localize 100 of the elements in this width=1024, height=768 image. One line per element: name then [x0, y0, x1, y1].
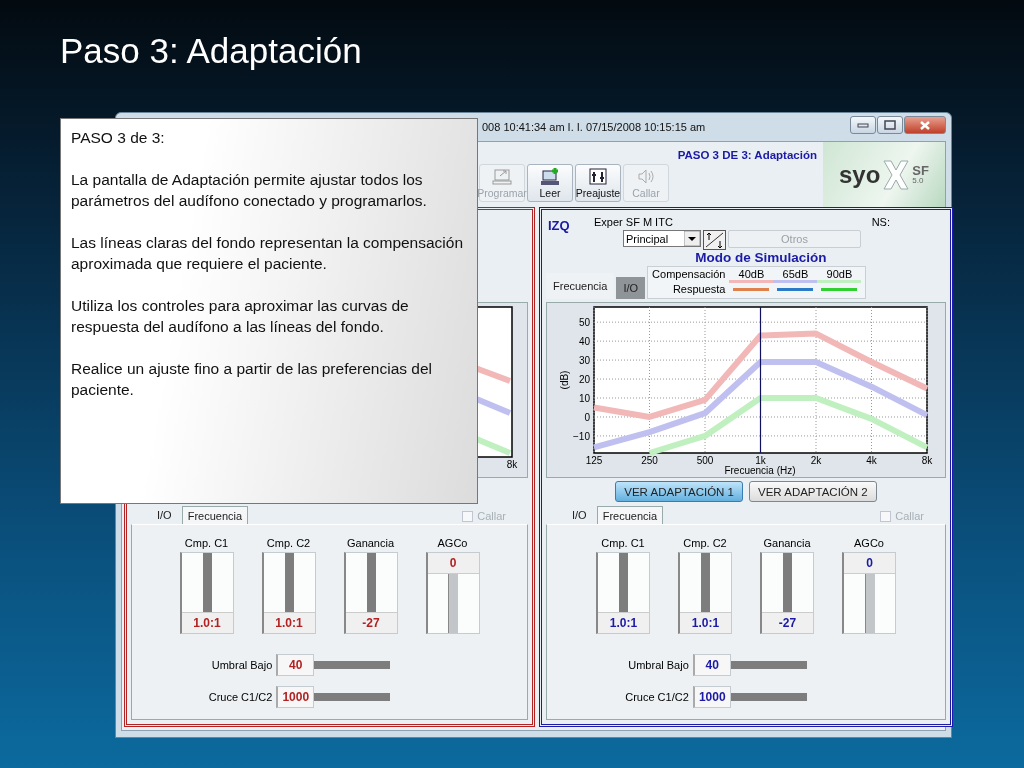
vertical-slider[interactable]: 1.0:1 [678, 552, 732, 634]
axis-tick-label: 20 [578, 374, 590, 386]
slider-track[interactable] [314, 693, 391, 701]
window-title: 008 10:41:34 am I. I. 07/15/2008 10:15:15 am [482, 121, 706, 133]
slider-label: Cmp. C2 [266, 537, 311, 549]
maximize-icon [884, 120, 896, 130]
slider-label: Cmp. C2 [683, 537, 727, 549]
axis-tick-label: −10 [573, 430, 590, 442]
swap-icon[interactable] [703, 230, 726, 250]
maximize-button[interactable] [877, 116, 903, 134]
slider-label: Cmp. C1 [601, 537, 645, 549]
logo: syo SF 5.0 [823, 142, 945, 207]
value-field[interactable]: -27 [762, 612, 813, 633]
side-label: IZQ [548, 218, 571, 233]
axis-tick-label: 8k [506, 459, 518, 470]
slider-track[interactable] [701, 553, 710, 612]
slider-label: Umbral Bajo [627, 659, 690, 671]
close-icon [919, 119, 931, 131]
minimize-button[interactable] [850, 116, 876, 134]
value-field[interactable]: -27 [345, 612, 397, 633]
view-button[interactable]: VER ADAPTACIÓN 2 [749, 481, 877, 502]
slider-track[interactable] [730, 661, 807, 669]
value-field[interactable]: 0 [844, 553, 895, 574]
axis-tick-label: 0 [584, 411, 590, 423]
speaker-icon [636, 167, 656, 186]
sliders-icon [588, 167, 608, 186]
value-field[interactable]: 1.0:1 [263, 612, 315, 633]
callout-paragraph: Realice un ajuste fino a partir de las preferencias del paciente. [71, 359, 433, 400]
slider-track[interactable] [448, 574, 458, 633]
vertical-slider[interactable]: 1.0:1 [261, 552, 316, 634]
legend-label: 65dB [773, 268, 818, 283]
value-field[interactable]: 40 [692, 654, 731, 676]
value-field[interactable]: 1.0:1 [598, 612, 649, 633]
chart-tab[interactable]: Frecuencia [546, 273, 615, 299]
view-button[interactable]: VER ADAPTACIÓN 1 [615, 481, 743, 502]
serial-label: NS: [871, 216, 891, 228]
slider-track[interactable] [284, 553, 294, 612]
legend-label: 90dB [817, 268, 862, 283]
toolbar-button[interactable]: Preajuste [575, 164, 621, 202]
callout-paragraph: Utiliza los controles para aproximar las curvas de respuesta del audífono a las líneas del fondo. [71, 296, 410, 337]
value-field[interactable]: 1000 [692, 686, 731, 708]
slider-track[interactable] [864, 574, 875, 633]
value-field[interactable]: 1000 [276, 686, 315, 708]
tab[interactable]: I/O [147, 506, 182, 524]
slider-label: AGCo [437, 537, 468, 549]
slider-track[interactable] [730, 693, 807, 701]
axis-title: (dB) [559, 370, 570, 390]
minimize-icon [857, 122, 869, 128]
tab[interactable]: Frecuencia [596, 506, 664, 524]
slide-title: Paso 3: Adaptación [60, 30, 362, 72]
vertical-slider[interactable]: 0 [842, 552, 896, 634]
mode-title: Modo de Simulación [695, 250, 827, 265]
slider-track[interactable] [619, 553, 628, 612]
vertical-slider[interactable]: 1.0:1 [179, 552, 234, 634]
slider-track[interactable] [366, 553, 376, 612]
slider-track[interactable] [202, 553, 212, 612]
callout-paragraph: La pantalla de Adaptación permite ajustar todos los parámetros del audífono conectado y programarlos. [71, 170, 428, 211]
value-field[interactable]: 1.0:1 [680, 612, 731, 633]
slider-label: Cruce C1/C2 [625, 691, 690, 703]
slider-label: Umbral Bajo [210, 659, 274, 671]
program-dropdown[interactable]: Principal [623, 230, 701, 247]
callout-heading: PASO 3 de 3: [71, 128, 166, 148]
toolbar-button[interactable]: Leer [527, 164, 573, 202]
computer-icon [540, 167, 560, 186]
slider-label: Cruce C1/C2 [208, 691, 274, 703]
legend-label: 40dB [729, 268, 774, 283]
computer-icon [492, 167, 512, 186]
axis-tick-label: 125 [585, 455, 603, 466]
axis-tick-label: 4k [866, 455, 877, 466]
slider-label: Ganancia [763, 537, 811, 549]
axis-tick-label: 50 [578, 317, 590, 329]
dropdown-arrow-icon[interactable] [684, 231, 700, 246]
axis-tick-label: 2k [810, 455, 822, 466]
checkbox-label: Callar [895, 510, 924, 522]
checkbox-label: Callar [477, 510, 506, 522]
legend-label: Compensación [652, 268, 727, 282]
vertical-slider[interactable]: 1.0:1 [596, 552, 650, 634]
axis-tick-label: 30 [578, 355, 590, 367]
vertical-slider[interactable]: -27 [760, 552, 814, 634]
vertical-slider[interactable]: -27 [343, 552, 398, 634]
callout-paragraph: Las líneas claras del fondo representan la compensación aproximada que requiere el paciente. [71, 233, 465, 274]
axis-tick-label: 8k [921, 455, 933, 466]
value-field[interactable]: 1.0:1 [181, 612, 233, 633]
slider-track[interactable] [783, 553, 792, 612]
slider-label: AGCo [854, 537, 884, 549]
axis-tick-label: 40 [578, 336, 590, 348]
axis-tick-label: 1k [755, 455, 766, 466]
chart-tab[interactable]: I/O [616, 277, 646, 299]
close-button[interactable] [904, 116, 946, 134]
slider-track[interactable] [314, 661, 391, 669]
axis-tick-label: 250 [641, 455, 658, 466]
device-name: Exper SF M ITC [594, 216, 673, 228]
tab[interactable]: Frecuencia [181, 506, 249, 524]
tab[interactable]: I/O [562, 506, 597, 524]
vertical-slider[interactable]: 0 [425, 552, 480, 634]
axis-tick-label: 500 [696, 455, 714, 466]
value-field[interactable]: 40 [276, 654, 315, 676]
legend-label: Respuesta [671, 283, 727, 295]
value-field[interactable]: 0 [427, 553, 479, 574]
step-label: PASO 3 DE 3: Adaptación [677, 149, 817, 161]
